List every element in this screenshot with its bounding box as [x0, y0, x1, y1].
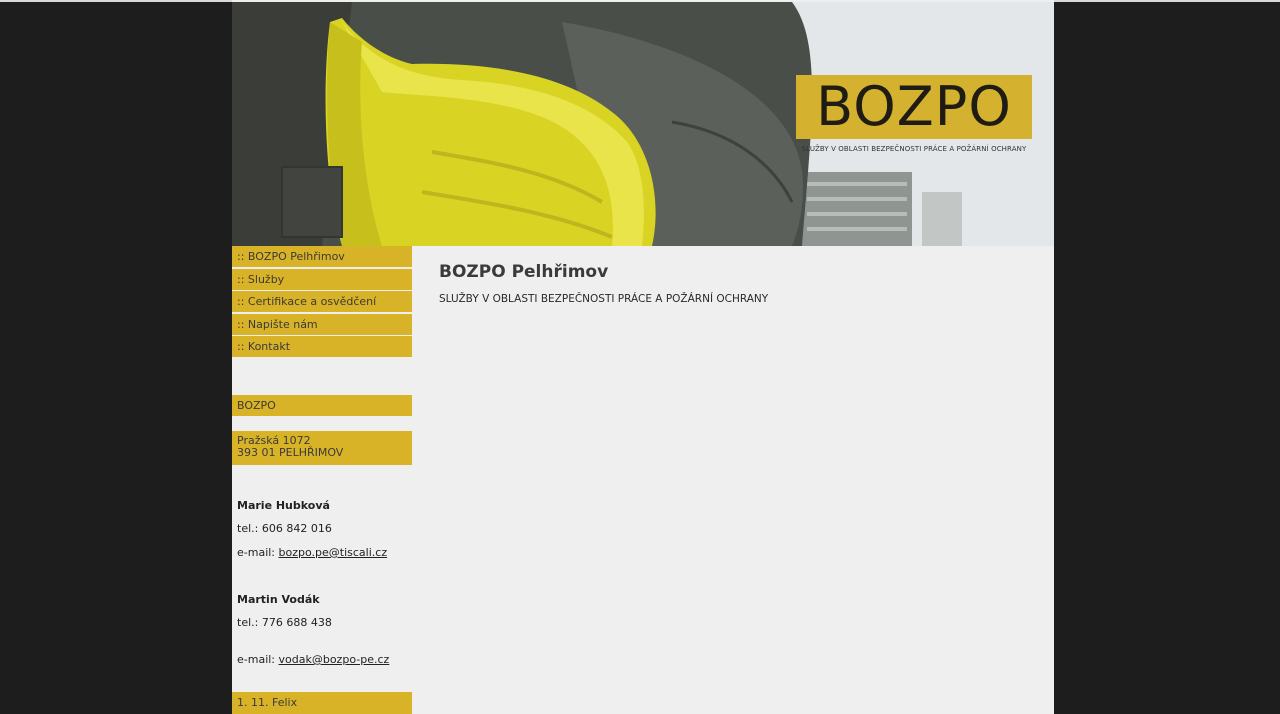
- nameday-text: 1. 11. Felix: [237, 696, 298, 709]
- nav-item-sluzby[interactable]: :: Služby: [232, 269, 412, 290]
- nav-item-napiste-nam[interactable]: :: Napište nám: [232, 314, 412, 335]
- sidebar: :: BOZPO Pelhřimov :: Služby :: Certifik…: [232, 246, 412, 714]
- address-block: Pražská 1072 393 01 PELHŘIMOV: [232, 431, 412, 465]
- nav-item-bozpo-pelhrimov[interactable]: :: BOZPO Pelhřimov: [232, 246, 412, 267]
- page-subtitle: SLUŽBY V OBLASTI BEZPEČNOSTI PRÁCE A POŽ…: [439, 293, 769, 305]
- email-link[interactable]: vodak@bozpo-pe.cz: [279, 653, 390, 666]
- logo-text: BOZPO: [816, 75, 1012, 138]
- nameday-block: 1. 11. Felix: [232, 692, 412, 714]
- contact-name: Martin Vodák: [237, 593, 320, 606]
- page-title: BOZPO Pelhřimov: [439, 262, 609, 282]
- nav-item-kontakt[interactable]: :: Kontakt: [232, 336, 412, 357]
- logo-tagline: SLUŽBY V OBLASTI BEZPEČNOSTI PRÁCE A POŽ…: [801, 145, 1027, 153]
- nav-item-certifikace[interactable]: :: Certifikace a osvědčení: [232, 291, 412, 312]
- contact-phone: tel.: 606 842 016: [237, 522, 332, 535]
- logo[interactable]: BOZPO: [796, 75, 1032, 139]
- page-container: BOZPO SLUŽBY V OBLASTI BEZPEČNOSTI PRÁCE…: [232, 0, 1054, 714]
- company-block: BOZPO: [232, 395, 412, 416]
- contact-name: Marie Hubková: [237, 499, 330, 512]
- contact-email-row: e-mail: bozpo.pe@tiscali.cz: [237, 546, 388, 559]
- header-banner: BOZPO SLUŽBY V OBLASTI BEZPEČNOSTI PRÁCE…: [232, 2, 1054, 246]
- company-name: BOZPO: [237, 399, 276, 412]
- contact-phone: tel.: 776 688 438: [237, 616, 332, 629]
- email-link[interactable]: bozpo.pe@tiscali.cz: [279, 546, 388, 559]
- address-city: 393 01 PELHŘIMOV: [237, 446, 344, 459]
- contact-email-row: e-mail: vodak@bozpo-pe.cz: [237, 653, 390, 666]
- main-content: BOZPO Pelhřimov SLUŽBY V OBLASTI BEZPEČN…: [439, 262, 768, 305]
